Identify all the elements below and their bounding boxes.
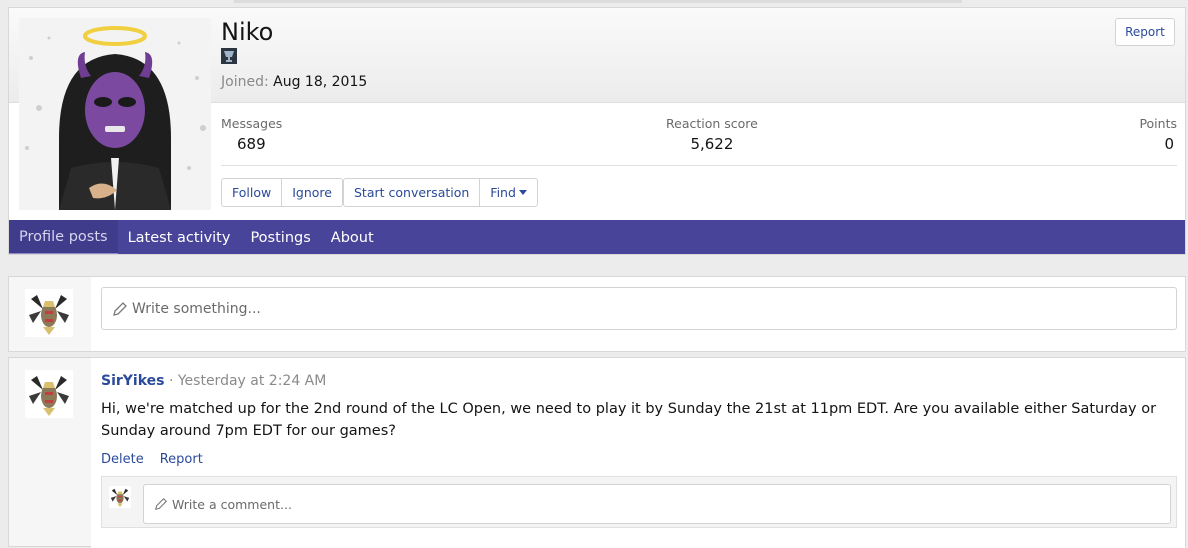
stat-messages-label: Messages: [221, 116, 283, 131]
post-meta: SirYikes · Yesterday at 2:24 AM: [101, 373, 326, 389]
profile-tabs: Profile posts Latest activity Postings A…: [9, 220, 1185, 254]
write-comment-input[interactable]: Write a comment...: [143, 484, 1171, 524]
current-user-avatar[interactable]: [25, 289, 73, 337]
profile-username: Niko: [221, 18, 274, 46]
joined-value: Aug 18, 2015: [273, 74, 368, 90]
trophy-icon[interactable]: [221, 48, 237, 64]
top-strip: [234, 0, 962, 3]
pencil-icon: [154, 497, 168, 511]
stat-reaction-score[interactable]: Reaction score 5,622: [666, 116, 758, 153]
post-body: Hi, we're matched up for the 2nd round o…: [101, 401, 1157, 439]
stat-reaction-label: Reaction score: [666, 116, 758, 131]
stat-messages[interactable]: Messages 689: [221, 116, 282, 153]
stat-points-value: 0: [1164, 135, 1174, 153]
ignore-button[interactable]: Ignore: [281, 179, 342, 206]
joined-label: Joined:: [221, 74, 269, 90]
find-label: Find: [490, 185, 516, 200]
pencil-icon: [113, 301, 127, 316]
follow-button[interactable]: Follow: [222, 179, 281, 206]
tab-about[interactable]: About: [321, 220, 384, 254]
post-actions: Delete Report: [101, 452, 203, 467]
post-separator: ·: [168, 373, 174, 389]
caret-down-icon: [518, 190, 527, 195]
comment-user-avatar[interactable]: [109, 486, 131, 508]
start-conversation-button[interactable]: Start conversation: [344, 179, 479, 206]
post-author-link[interactable]: SirYikes: [101, 373, 165, 389]
profile-avatar[interactable]: [19, 18, 211, 210]
follow-ignore-group: Follow Ignore: [221, 178, 343, 207]
report-post-link[interactable]: Report: [160, 452, 203, 467]
stat-points[interactable]: Points 0: [1139, 116, 1177, 153]
composer-main: Write something...: [91, 277, 1185, 351]
stat-reaction-value: 5,622: [690, 135, 734, 153]
tab-postings[interactable]: Postings: [240, 220, 320, 254]
profile-header-card: Niko Joined: Aug 18, 2015 Report Message…: [8, 7, 1186, 255]
joined-date: Joined: Aug 18, 2015: [221, 74, 367, 90]
profile-post-composer: Write something...: [8, 276, 1186, 352]
write-something-input[interactable]: Write something...: [101, 287, 1177, 330]
post-author-avatar[interactable]: [25, 370, 73, 418]
comment-area: Write a comment...: [101, 476, 1177, 528]
post-timestamp[interactable]: Yesterday at 2:24 AM: [178, 373, 326, 389]
tab-latest-activity[interactable]: Latest activity: [118, 220, 241, 254]
profile-post: SirYikes · Yesterday at 2:24 AM Hi, we'r…: [8, 357, 1186, 548]
post-main: SirYikes · Yesterday at 2:24 AM Hi, we'r…: [91, 358, 1185, 548]
find-button[interactable]: Find: [479, 179, 537, 206]
report-profile-button[interactable]: Report: [1115, 18, 1175, 46]
write-comment-placeholder: Write a comment...: [172, 496, 292, 512]
profile-stats: Messages 689 Reaction score 5,622 Points…: [221, 116, 1177, 166]
write-something-placeholder: Write something...: [132, 300, 261, 317]
delete-post-link[interactable]: Delete: [101, 452, 144, 467]
stat-points-label: Points: [1139, 116, 1177, 131]
conversation-find-group: Start conversation Find: [343, 178, 538, 207]
stat-messages-value: 689: [237, 135, 266, 153]
tab-profile-posts[interactable]: Profile posts: [9, 220, 118, 254]
